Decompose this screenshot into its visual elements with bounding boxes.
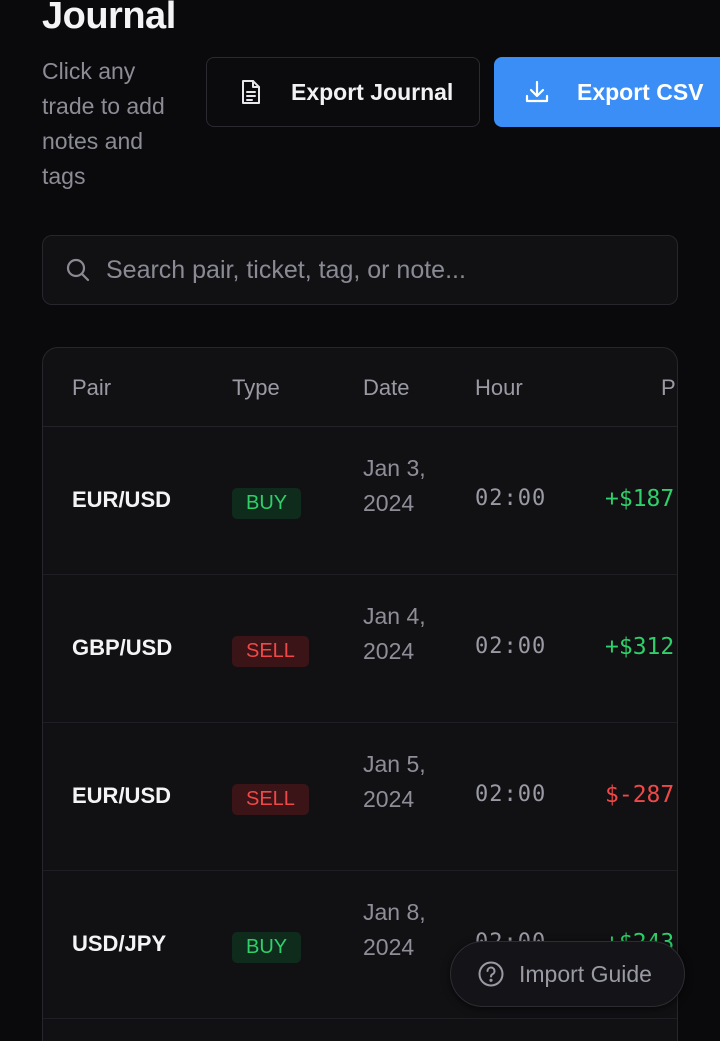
table-header: Pair Type Date Hour P xyxy=(43,348,677,427)
search-placeholder: Search pair, ticket, tag, or note... xyxy=(106,255,466,284)
column-header-date[interactable]: Date xyxy=(363,375,409,401)
table-row[interactable]: EUR/USD SELL Jan 5, 2024 02:00 $-287 xyxy=(43,723,677,871)
pair-cell: EUR/USD xyxy=(72,783,172,808)
column-header-type[interactable]: Type xyxy=(232,375,280,401)
hour-cell: 02:00 xyxy=(475,486,547,511)
type-badge: SELL xyxy=(232,784,309,815)
type-badge: BUY xyxy=(232,932,302,963)
page-subtitle: Click any trade to add notes and tags xyxy=(42,58,165,189)
date-cell: Jan 3, 2024 xyxy=(363,455,426,516)
pnl-cell: +$312 xyxy=(605,634,675,660)
pnl-cell: +$187 xyxy=(605,486,675,512)
export-csv-label: Export CSV xyxy=(577,78,704,105)
import-guide-label: Import Guide xyxy=(519,960,652,987)
pair-cell: USD/JPY xyxy=(72,931,167,956)
export-journal-label: Export Journal xyxy=(291,78,454,105)
download-icon xyxy=(523,78,551,106)
page-title: Journal xyxy=(42,0,176,37)
column-header-pair[interactable]: Pair xyxy=(72,375,111,401)
document-icon xyxy=(237,78,265,106)
pair-cell: EUR/USD xyxy=(72,487,172,512)
help-circle-icon xyxy=(477,960,505,988)
import-guide-button[interactable]: Import Guide xyxy=(450,941,685,1007)
table-row[interactable]: GBP/USD SELL Jan 4, 2024 02:00 +$312 xyxy=(43,575,677,723)
hour-cell: 02:00 xyxy=(475,634,547,659)
column-header-hour[interactable]: Hour xyxy=(475,375,523,401)
export-journal-button[interactable]: Export Journal xyxy=(206,57,480,127)
trades-table: Pair Type Date Hour P EUR/USD BUY Jan 3,… xyxy=(42,347,678,1041)
pnl-cell: $-287 xyxy=(605,782,675,808)
date-cell: Jan 4, 2024 xyxy=(363,603,426,664)
pair-cell: GBP/USD xyxy=(72,635,173,660)
date-cell: Jan 5, 2024 xyxy=(363,751,426,812)
search-input[interactable]: Search pair, ticket, tag, or note... xyxy=(42,235,678,305)
hour-cell: 02:00 xyxy=(475,782,547,807)
type-badge: SELL xyxy=(232,636,309,667)
type-badge: BUY xyxy=(232,488,302,519)
export-csv-button[interactable]: Export CSV xyxy=(494,57,720,127)
date-cell: Jan 8, 2024 xyxy=(363,899,426,960)
table-row[interactable]: EUR/USD BUY Jan 3, 2024 02:00 +$187 xyxy=(43,427,677,575)
search-icon xyxy=(64,256,92,284)
column-header-pnl[interactable]: P xyxy=(661,375,676,401)
